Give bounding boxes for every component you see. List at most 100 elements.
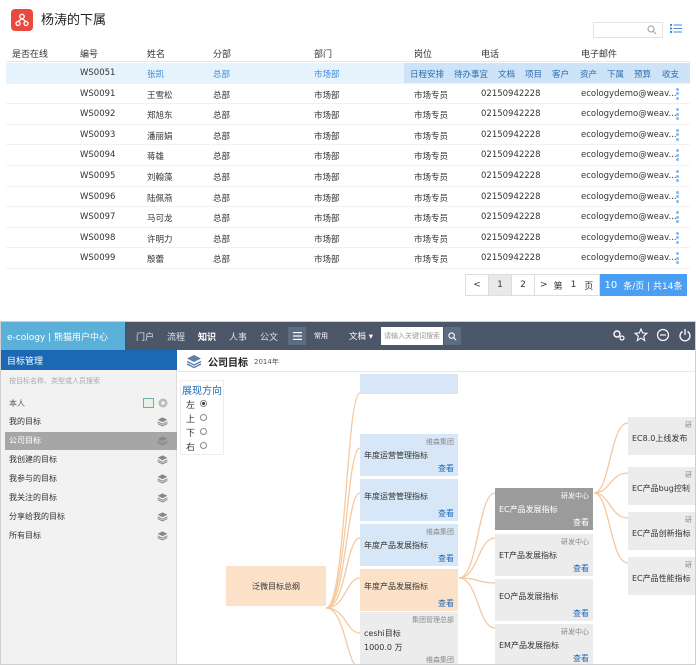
goal-node-view-link[interactable]: 查看 [438,463,454,474]
row-more-icon[interactable] [676,190,680,205]
goal-node[interactable]: EO产品发展指标 查看 [495,579,593,621]
page-jump-input[interactable]: 1 [571,280,577,290]
goal-node[interactable] [360,374,458,394]
goal-node[interactable]: 研发中心 ET产品发展指标 查看 [495,534,593,576]
nav-common[interactable]: 常用 [314,331,328,341]
action-projects[interactable]: 项目 [525,68,542,80]
cell-name-link[interactable]: 张凯 [147,68,164,80]
table-row[interactable]: WS0091 王雪松 总部 市场部 市场专员 02150942228 ecologydemo… [6,84,690,105]
goal-node-view-link[interactable]: 查看 [438,508,454,519]
action-income[interactable]: 收支 [662,68,679,80]
search-type-select[interactable]: 文档 ▾ [349,330,373,342]
row-more-icon[interactable] [676,149,680,163]
add-goal-icon[interactable] [143,398,154,408]
goal-node[interactable]: 集团管理总部 ceshi目标 1000.0 万 [360,612,458,652]
action-customers[interactable]: 客户 [552,68,569,80]
goal-node[interactable]: 维森集团 年度运营管理指标 查看 [360,434,458,476]
goal-node-view-link[interactable]: 查看 [438,553,454,564]
table-row[interactable]: WS0096 陆佩燕 总部 市场部 市场专员 02150942228 ecologydemo… [6,187,690,208]
col-name[interactable]: 姓名 [147,47,165,60]
prev-page-button[interactable]: < [465,274,489,296]
table-row[interactable]: WS0098 许明力 总部 市场部 市场专员 02150942228 ecologydemo… [6,228,690,249]
col-email[interactable]: 电子邮件 [581,47,617,60]
sidebar-item-2[interactable]: 我创建的目标 [5,451,177,469]
brand-logo[interactable]: e-cology | 熊猫用户中心 [1,322,125,350]
next-page-button[interactable]: > [540,280,548,290]
star-icon[interactable] [634,328,648,342]
row-more-icon[interactable] [676,211,680,225]
settings-icon[interactable] [612,328,626,342]
sidebar-item-4[interactable]: 我关注的目标 [5,489,177,507]
col-dept[interactable]: 部门 [314,47,332,60]
gear-icon[interactable] [157,397,169,409]
nav-hr[interactable]: 人事 [229,330,247,343]
goal-node-view-link[interactable]: 查看 [573,517,589,528]
direction-left-radio[interactable]: 左 [186,398,207,411]
goal-node-view-link[interactable]: 查看 [573,653,589,664]
row-more-icon[interactable] [676,108,680,122]
row-more-icon[interactable] [676,252,680,266]
goal-node-view-link[interactable]: 查看 [438,598,454,609]
year-selector[interactable]: 2014年 [254,357,279,367]
action-budget[interactable]: 预算 [634,68,651,80]
search-input[interactable] [593,22,663,38]
table-row[interactable]: WS0097 马可龙 总部 市场部 市场专员 02150942228 ecologydemo… [6,207,690,228]
direction-right-radio[interactable]: 右 [186,440,207,453]
col-branch[interactable]: 分部 [213,47,231,60]
action-assets[interactable]: 资产 [580,68,597,80]
global-search-input[interactable]: 请输入关键词搜索 [381,327,443,345]
sidebar-search-input[interactable]: 按目标名称、类型或人员搜索 [5,373,173,389]
nav-documents[interactable]: 公文 [260,330,278,343]
page-2-button[interactable]: 2 [511,274,535,296]
sidebar-item-0[interactable]: 我的目标 [5,413,177,431]
goal-node[interactable]: 年度运营管理指标 查看 [360,479,458,521]
sidebar-item-1[interactable]: 公司目标 [5,432,177,450]
goal-node[interactable]: 年度产品发展指标 查看 [360,569,458,611]
goal-node[interactable]: 研发中心 EM产品发展指标 查看 [495,624,593,664]
menu-icon[interactable] [288,327,306,345]
goal-node[interactable]: 研 EC产品bug控制 [628,467,695,505]
direction-up-radio[interactable]: 上 [186,412,207,425]
nav-portal[interactable]: 门户 [136,330,154,343]
col-phone[interactable]: 电话 [481,47,499,60]
action-todo[interactable]: 待办事宜 [454,68,488,80]
direction-down-radio[interactable]: 下 [186,426,207,439]
col-online[interactable]: 是否在线 [12,47,48,60]
page-size-value[interactable]: 10 [605,280,618,291]
power-icon[interactable] [678,328,692,342]
goal-node[interactable]: 维森集团 年度产品发展指标 查看 [360,524,458,566]
action-subordinates[interactable]: 下属 [607,68,624,80]
list-view-icon[interactable] [670,23,682,34]
sidebar-item-5[interactable]: 分享给我的目标 [5,508,177,526]
col-post[interactable]: 岗位 [414,47,432,60]
sidebar-item-6[interactable]: 所有目标 [5,527,177,545]
table-row[interactable]: WS0093 潘丽娟 总部 市场部 市场专员 02150942228 ecologydemo… [6,125,690,146]
col-code[interactable]: 编号 [80,47,98,60]
goal-node-view-link[interactable]: 查看 [573,608,589,619]
table-row[interactable]: WS0094 蒋雄 总部 市场部 市场专员 02150942228 ecologydemo@… [6,145,690,166]
goal-node[interactable]: 研 EC8.0上线发布 [628,417,695,455]
nav-workflow[interactable]: 流程 [167,330,185,343]
search-icon[interactable] [647,25,657,35]
nav-knowledge[interactable]: 知识 [198,330,216,343]
minus-circle-icon[interactable] [656,328,670,342]
goal-node-view-link[interactable]: 查看 [573,563,589,574]
table-row-selected[interactable]: WS0051 张凯 总部 市场部 日程安排 待办事宜 文档 项目 客户 资产 下… [6,63,690,84]
goal-node[interactable]: 研 EC产品性能指标 [628,557,695,595]
root-goal-node[interactable]: 泛微目标总纲 [226,566,326,606]
page-1-button[interactable]: 1 [488,274,512,296]
row-more-icon[interactable] [676,231,680,246]
table-row[interactable]: WS0099 殷蕾 总部 市场部 市场专员 02150942228 ecologydemo@… [6,248,690,269]
row-more-icon[interactable] [676,128,680,143]
action-docs[interactable]: 文档 [498,68,515,80]
action-schedule[interactable]: 日程安排 [410,68,444,80]
row-more-icon[interactable] [676,87,680,102]
cell-branch-link[interactable]: 总部 [213,68,230,80]
page-size-selector[interactable]: 10 条/页 | 共14条 [600,274,687,296]
goal-node[interactable]: 研发中心 EC产品发展指标 查看 [495,488,593,530]
cell-dept-link[interactable]: 市场部 [314,68,340,80]
table-row[interactable]: WS0095 刘翰藻 总部 市场部 市场专员 02150942228 ecologydemo… [6,166,690,187]
sidebar-item-3[interactable]: 我参与的目标 [5,470,177,488]
global-search-button[interactable] [444,327,461,345]
goal-node[interactable]: 维森集团ceshi目标 [360,652,458,664]
